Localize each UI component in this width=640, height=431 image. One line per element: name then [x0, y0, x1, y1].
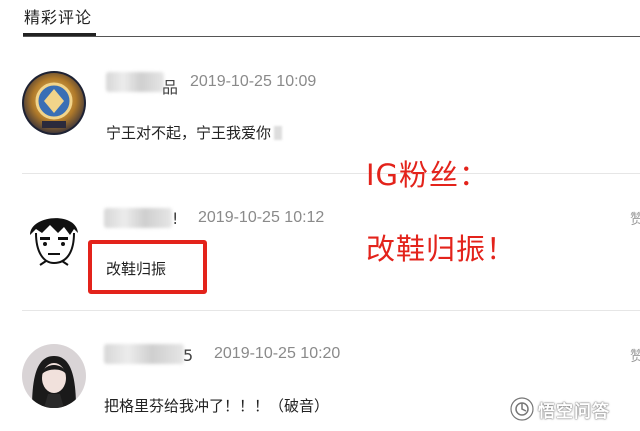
username-blurred[interactable]: [104, 208, 172, 228]
comment-timestamp: 2019-10-25 10:09: [190, 73, 317, 90]
tab-divider: [23, 36, 640, 37]
username-blurred[interactable]: [106, 72, 164, 92]
comment-divider: [22, 310, 640, 311]
comment-text-content: 宁王对不起，宁王我爱你: [106, 124, 272, 142]
tab-featured-comments[interactable]: 精彩评论: [24, 4, 92, 28]
like-label-cut[interactable]: 赞: [630, 346, 640, 366]
wukong-logo-icon: [510, 397, 534, 421]
comment-timestamp: 2019-10-25 10:20: [214, 345, 341, 362]
username-tail: 品: [162, 78, 179, 97]
ig-team-emblem-avatar[interactable]: [22, 71, 86, 135]
username-tail: !: [172, 209, 179, 228]
annotation-line-2: 改鞋归振！: [366, 232, 517, 266]
comment-text: 把格里芬给我冲了！！！（破音）: [104, 397, 330, 415]
comments-tab-bar: 精彩评论: [0, 0, 640, 38]
watermark: 悟空问答: [510, 396, 610, 422]
like-label-cut[interactable]: 赞: [630, 209, 640, 229]
username-blurred[interactable]: [104, 344, 184, 364]
cartoon-boy-avatar[interactable]: [22, 207, 86, 271]
girl-photo-avatar[interactable]: [22, 344, 86, 408]
comment-timestamp: 2019-10-25 10:12: [198, 209, 325, 226]
username-tail: 5: [183, 346, 194, 365]
watermark-text: 悟空问答: [538, 401, 610, 422]
comment-text: 宁王对不起，宁王我爱你: [106, 122, 283, 143]
highlight-box: [88, 240, 207, 294]
blurred-emoji: [274, 126, 283, 140]
comment-divider: [22, 173, 640, 174]
annotation-line-1: IG粉丝：: [366, 158, 490, 192]
